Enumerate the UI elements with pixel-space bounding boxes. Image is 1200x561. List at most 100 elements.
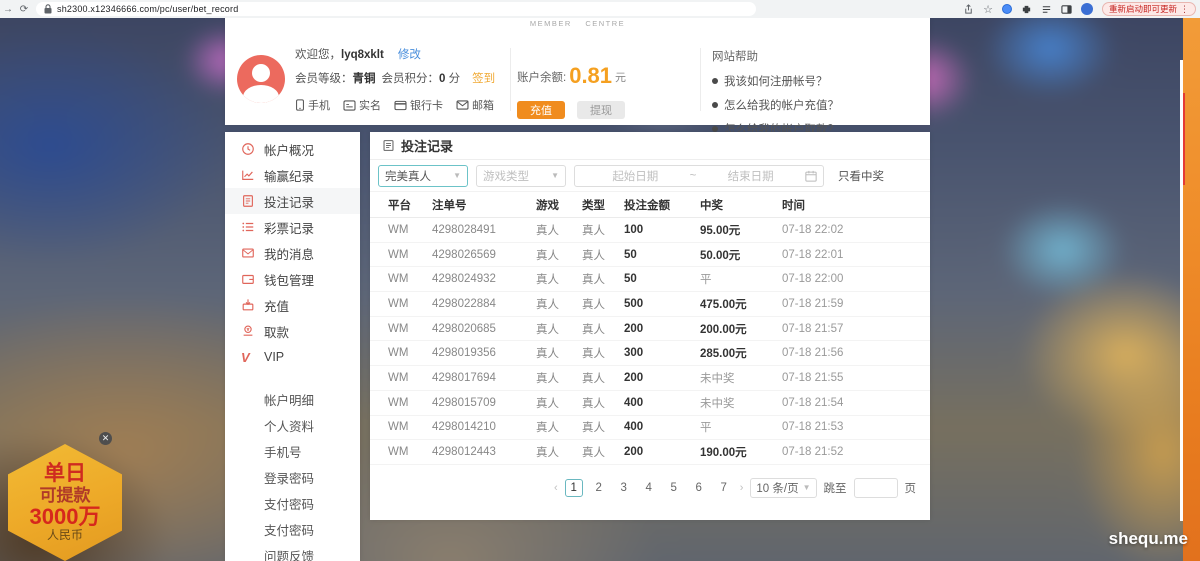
- calendar-icon: [805, 170, 817, 182]
- update-button[interactable]: 重新启动即可更新 ⋮: [1102, 2, 1196, 16]
- column-header: 时间: [782, 197, 930, 213]
- sidebar-item-recharge[interactable]: 充值: [225, 292, 360, 318]
- amount-cell: 50: [624, 249, 700, 261]
- sidebar-item-secondary[interactable]: 支付密码: [225, 490, 360, 516]
- extension-badge-icon[interactable]: [1002, 4, 1012, 14]
- profile-avatar-icon[interactable]: [1081, 3, 1093, 15]
- sidebar-item-winloss-record[interactable]: 输赢纪录: [225, 162, 360, 188]
- promo-line1: 单日: [44, 462, 86, 486]
- chevron-down-icon: ▼: [453, 171, 461, 180]
- win-only-toggle[interactable]: 只看中奖: [838, 168, 884, 184]
- recharge-button[interactable]: 充值: [517, 101, 565, 119]
- sidebar-item-secondary[interactable]: 个人资料: [225, 412, 360, 438]
- withdraw-button[interactable]: 提现: [577, 101, 625, 119]
- next-page-icon[interactable]: ›: [740, 482, 744, 494]
- type-cell: 真人: [582, 222, 624, 238]
- platform-select[interactable]: 完美真人▼: [378, 165, 468, 187]
- table-row: WM4298015709真人真人400未中奖07-18 21:54: [370, 391, 930, 416]
- game-cell: 真人: [536, 345, 582, 361]
- column-header: 中奖: [700, 197, 782, 213]
- amount-cell: 400: [624, 421, 700, 433]
- forward-icon[interactable]: →: [0, 4, 16, 15]
- edit-profile-link[interactable]: 修改: [398, 46, 421, 62]
- game-type-select[interactable]: 游戏类型▼: [476, 165, 566, 187]
- type-cell: 真人: [582, 370, 624, 386]
- withdraw-icon: [241, 324, 255, 338]
- promo-line4: 人民币: [47, 529, 83, 542]
- jump-unit: 页: [905, 480, 917, 496]
- type-cell: 真人: [582, 395, 624, 411]
- page-button-7[interactable]: 7: [715, 479, 733, 497]
- side-panel-icon[interactable]: [1061, 4, 1072, 15]
- page-button-3[interactable]: 3: [615, 479, 633, 497]
- sidebar-item-messages[interactable]: 我的消息: [225, 240, 360, 266]
- prize-cell: 285.00元: [700, 345, 782, 361]
- prize-cell: 平: [700, 271, 782, 287]
- page-button-6[interactable]: 6: [690, 479, 708, 497]
- sidebar-item-vip[interactable]: V VIP: [225, 344, 360, 370]
- table-row: WM4298019356真人真人300285.00元07-18 21:56: [370, 341, 930, 366]
- sidebar-item-secondary[interactable]: 帐户明细: [225, 386, 360, 412]
- time-cell: 07-18 22:02: [782, 224, 930, 236]
- promo-close-icon[interactable]: ✕: [99, 432, 112, 445]
- bet-no-cell: 4298026569: [432, 249, 536, 261]
- jump-page-input[interactable]: [854, 478, 898, 498]
- bank-card-icon: [394, 100, 407, 111]
- page-size-select[interactable]: 10 条/页▼: [750, 478, 816, 498]
- welcome-text: 欢迎您，lyq8xklt: [295, 46, 384, 62]
- user-avatar: [237, 55, 285, 103]
- promo-hexagon: 单日 可提款 3000万 人民币: [8, 444, 122, 561]
- type-cell: 真人: [582, 247, 624, 263]
- time-cell: 07-18 21:53: [782, 421, 930, 433]
- date-range-input[interactable]: 起始日期 ~ 结束日期: [574, 165, 824, 187]
- bet-no-cell: 4298014210: [432, 421, 536, 433]
- bookmark-star-icon[interactable]: ☆: [983, 3, 993, 16]
- page-button-4[interactable]: 4: [640, 479, 658, 497]
- help-item[interactable]: 怎么给我的帐户充值？: [712, 97, 922, 113]
- sidebar-item-withdraw[interactable]: 取款: [225, 318, 360, 344]
- verify-phone[interactable]: 手机: [295, 97, 330, 113]
- share-icon[interactable]: [963, 4, 974, 15]
- record-icon: [382, 139, 395, 152]
- sidebar-item-wallet[interactable]: 钱包管理: [225, 266, 360, 292]
- prize-cell: 200.00元: [700, 321, 782, 337]
- page-list: 1234567: [565, 479, 733, 497]
- menu-kebab-icon[interactable]: ⋮: [1180, 5, 1189, 14]
- help-item[interactable]: 我该如何注册帐号？: [712, 73, 922, 89]
- page-button-2[interactable]: 2: [590, 479, 608, 497]
- strip-red-marker: [1183, 93, 1185, 185]
- sidebar-item-bet-record[interactable]: 投注记录: [225, 188, 360, 214]
- url-bar[interactable]: sh2300.x12346666.com/pc/user/bet_record: [36, 2, 756, 16]
- verify-realname[interactable]: 实名: [343, 97, 381, 113]
- platform-cell: WM: [388, 224, 432, 236]
- member-centre-label: MEMBER CENTRE: [225, 19, 930, 28]
- sidebar-item-secondary[interactable]: 问题反馈: [225, 542, 360, 561]
- verify-email[interactable]: 邮箱: [456, 97, 494, 113]
- prize-cell: 未中奖: [700, 370, 782, 386]
- page-button-1[interactable]: 1: [565, 479, 583, 497]
- table-row: WM4298028491真人真人10095.00元07-18 22:02: [370, 218, 930, 243]
- range-separator: ~: [690, 170, 697, 182]
- member-points: 会员积分：0 分: [382, 70, 461, 86]
- signin-link[interactable]: 签到: [472, 70, 495, 86]
- sidebar-item-account-overview[interactable]: 帐户概况: [225, 136, 360, 162]
- sidebar-item-secondary[interactable]: 支付密码: [225, 516, 360, 542]
- bet-no-cell: 4298020685: [432, 323, 536, 335]
- right-strip: [1183, 0, 1200, 561]
- reload-icon[interactable]: ⟳: [16, 4, 32, 15]
- verify-bankcard[interactable]: 银行卡: [394, 97, 443, 113]
- sidebar-item-lottery-record[interactable]: 彩票记录: [225, 214, 360, 240]
- type-cell: 真人: [582, 419, 624, 435]
- prize-cell: 未中奖: [700, 395, 782, 411]
- bet-no-cell: 4298012443: [432, 446, 536, 458]
- reading-list-icon[interactable]: [1041, 4, 1052, 15]
- sidebar-item-secondary[interactable]: 登录密码: [225, 464, 360, 490]
- sidebar-item-secondary[interactable]: 手机号: [225, 438, 360, 464]
- extensions-puzzle-icon[interactable]: [1021, 4, 1032, 15]
- page-button-5[interactable]: 5: [665, 479, 683, 497]
- prev-page-icon[interactable]: ‹: [554, 482, 558, 494]
- clock-icon: [241, 142, 255, 156]
- update-button-label: 重新启动即可更新: [1109, 3, 1177, 15]
- divider: [700, 48, 701, 111]
- game-cell: 真人: [536, 370, 582, 386]
